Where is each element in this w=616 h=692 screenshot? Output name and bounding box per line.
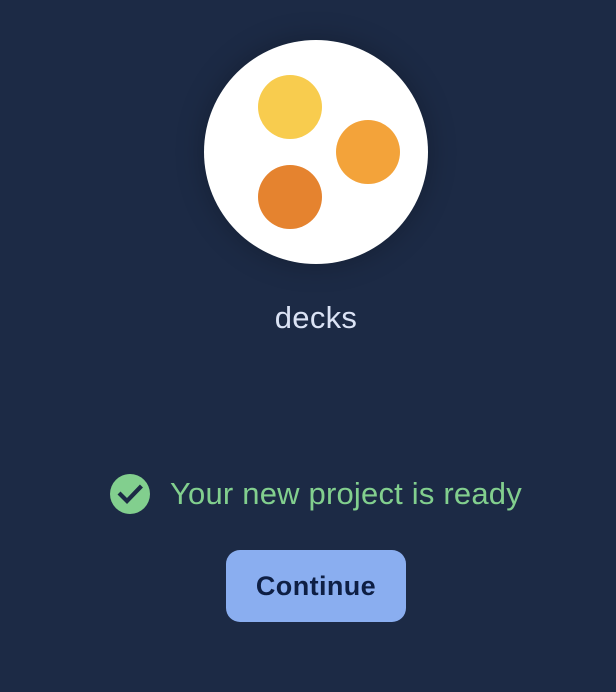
project-name: decks — [274, 300, 358, 335]
logo-dot-yellow — [258, 75, 322, 139]
logo-dot-orange — [336, 120, 400, 184]
status-text: Your new project is ready — [170, 476, 522, 511]
decks-logo-icon — [204, 40, 428, 264]
logo-dot-dark-orange — [258, 165, 322, 229]
status-message: Your new project is ready — [110, 474, 522, 514]
check-circle-icon — [110, 474, 150, 514]
continue-button[interactable]: Continue — [226, 550, 406, 622]
